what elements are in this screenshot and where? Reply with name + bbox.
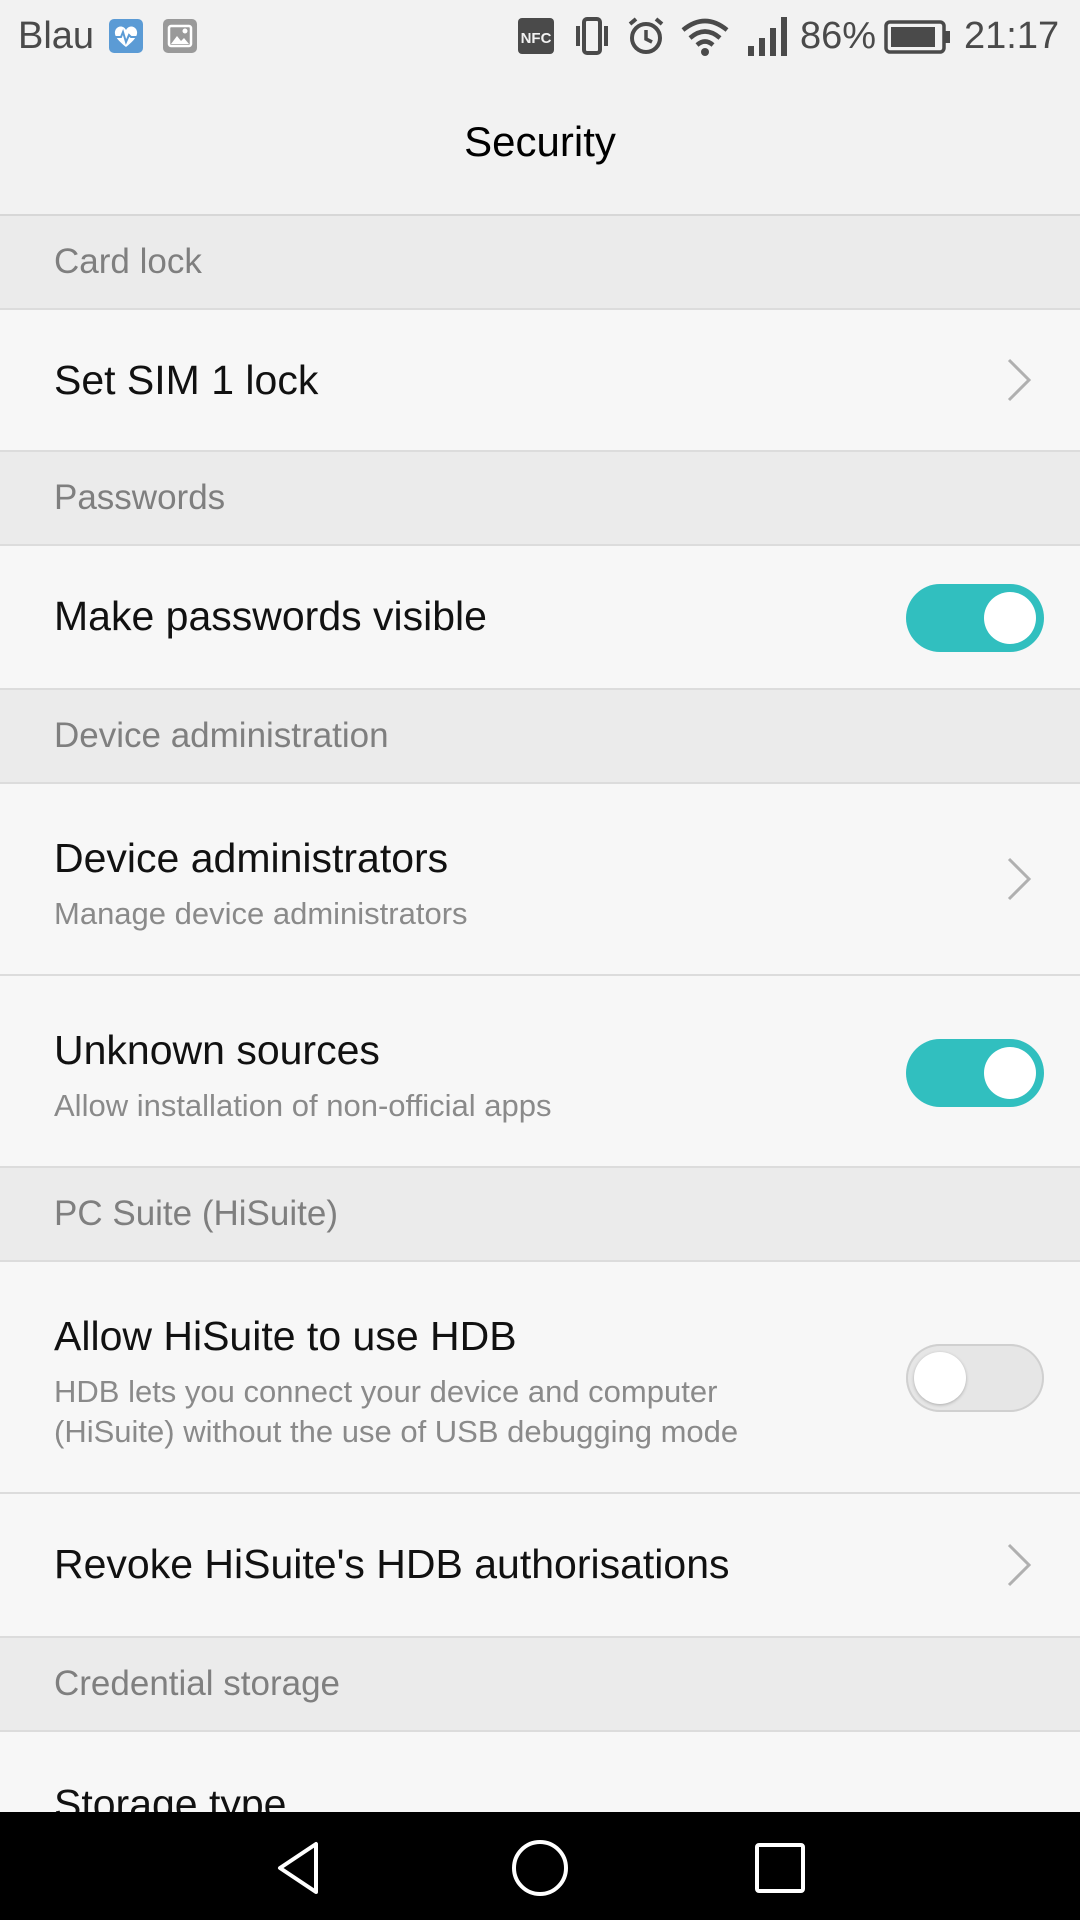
back-icon[interactable] (268, 1836, 332, 1900)
unknown-sources-row[interactable]: Unknown sources Allow installation of no… (0, 976, 1080, 1168)
wifi-icon (681, 18, 729, 56)
page-title: Security (464, 118, 616, 165)
row-subtitle: Allow installation of non-official apps (54, 1088, 552, 1123)
device-administrators-row[interactable]: Device administrators Manage device admi… (0, 784, 1080, 976)
section-header-device-administration: Device administration (0, 690, 1080, 784)
make-passwords-visible-row[interactable]: Make passwords visible (0, 546, 1080, 690)
allow-hisuite-hdb-toggle[interactable] (906, 1344, 1044, 1412)
status-bar: Blau NFC 86% 21:17 (0, 0, 1080, 72)
toggle-knob (984, 1047, 1036, 1099)
health-app-icon (109, 19, 143, 53)
unknown-sources-toggle[interactable] (906, 1039, 1044, 1107)
set-sim-lock-row[interactable]: Set SIM 1 lock (0, 310, 1080, 452)
status-time: 21:17 (964, 15, 1060, 57)
navigation-bar (0, 1812, 1080, 1920)
battery-percent: 86% (800, 15, 877, 57)
section-header-passwords: Passwords (0, 452, 1080, 546)
carrier-name: Blau (18, 15, 95, 57)
toggle-knob (984, 592, 1036, 644)
section-header-label: Passwords (54, 478, 226, 517)
vibrate-icon (576, 17, 608, 55)
svg-text:NFC: NFC (521, 30, 552, 47)
chevron-right-icon (1007, 1543, 1032, 1587)
chevron-right-icon (1007, 857, 1032, 901)
section-header-card-lock: Card lock (0, 216, 1080, 310)
signal-icon (748, 17, 787, 56)
allow-hisuite-hdb-row[interactable]: Allow HiSuite to use HDB HDB lets you co… (0, 1262, 1080, 1494)
row-title: Make passwords visible (54, 593, 487, 639)
battery-icon (884, 20, 950, 54)
row-title: Revoke HiSuite's HDB authorisations (54, 1541, 730, 1587)
section-header-credential-storage: Credential storage (0, 1638, 1080, 1732)
section-header-label: Card lock (54, 242, 202, 281)
row-title: Allow HiSuite to use HDB (54, 1313, 517, 1359)
revoke-hdb-authorisations-row[interactable]: Revoke HiSuite's HDB authorisations (0, 1494, 1080, 1638)
alarm-icon (628, 17, 664, 54)
recents-icon[interactable] (748, 1836, 812, 1900)
row-subtitle: HDB lets you connect your device and com… (54, 1374, 739, 1449)
nfc-icon: NFC (518, 18, 554, 54)
section-header-pc-suite: PC Suite (HiSuite) (0, 1168, 1080, 1262)
gallery-icon (163, 19, 197, 53)
chevron-right-icon (1007, 358, 1032, 402)
section-header-label: Credential storage (54, 1664, 340, 1703)
row-title: Set SIM 1 lock (54, 357, 319, 403)
section-header-label: Device administration (54, 716, 389, 755)
toggle-knob (914, 1352, 966, 1404)
section-header-label: PC Suite (HiSuite) (54, 1194, 338, 1233)
row-title: Unknown sources (54, 1027, 380, 1073)
row-subtitle: Manage device administrators (54, 896, 468, 931)
make-passwords-visible-toggle[interactable] (906, 584, 1044, 652)
title-bar: Security (0, 72, 1080, 216)
home-icon[interactable] (508, 1836, 572, 1900)
row-title: Device administrators (54, 835, 449, 881)
